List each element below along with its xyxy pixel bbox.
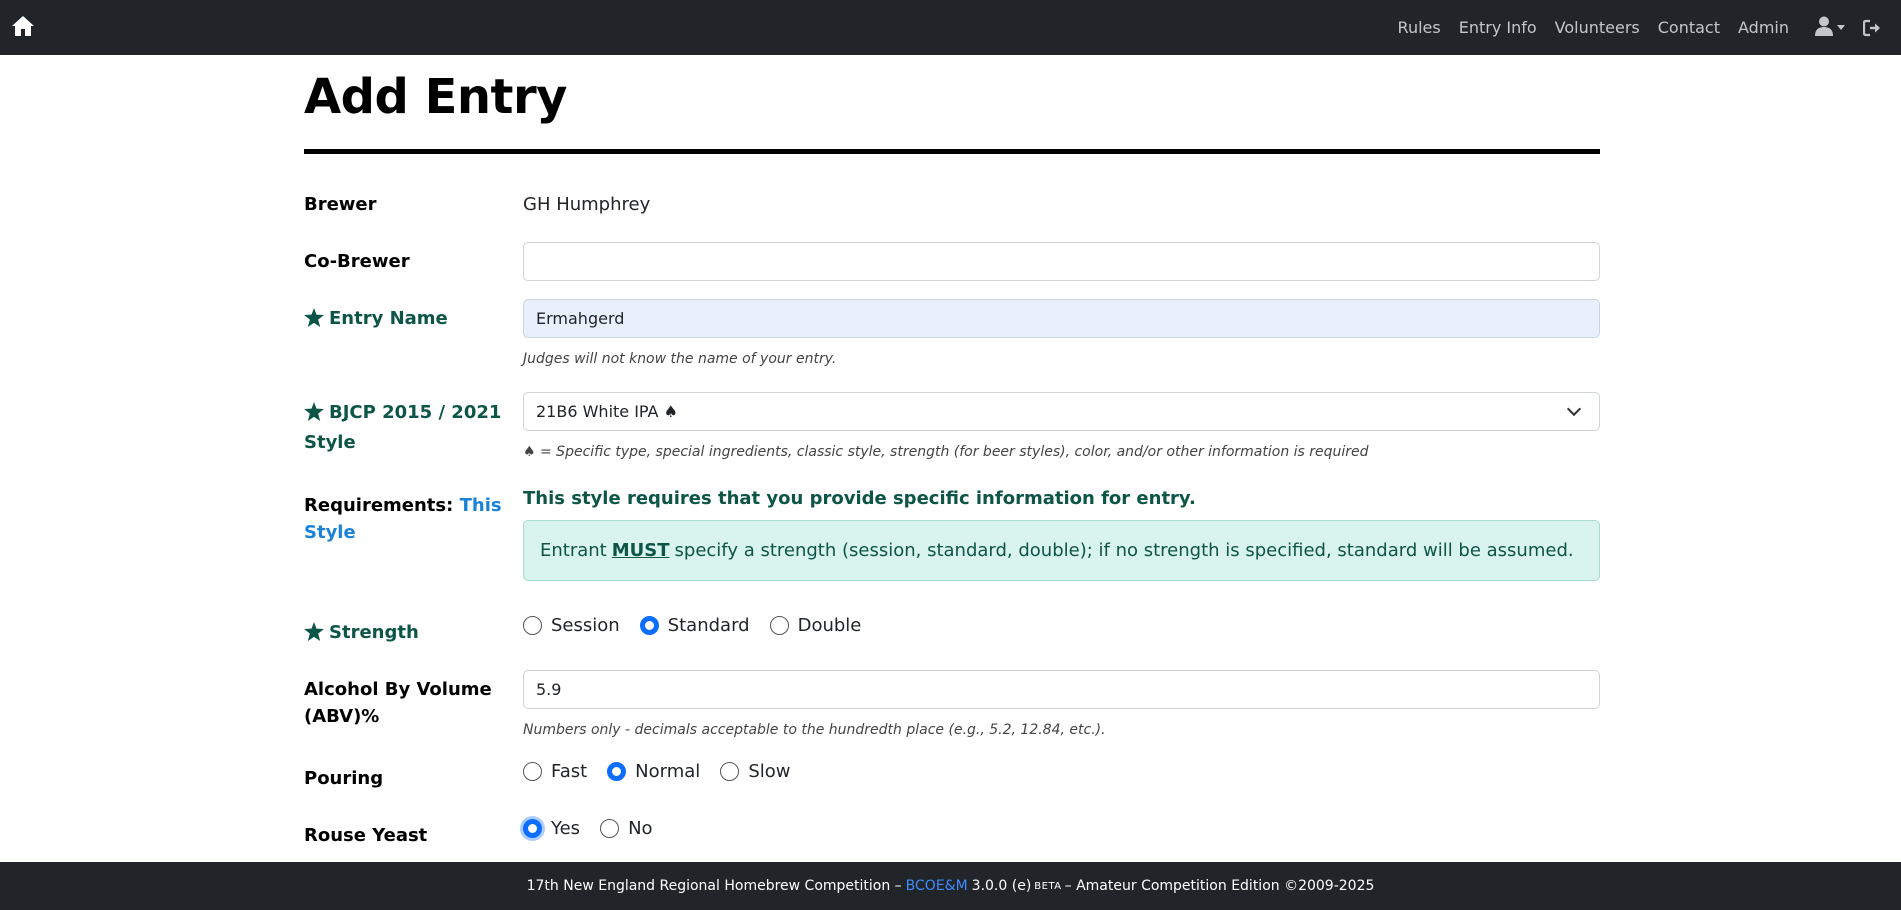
radio-button[interactable] xyxy=(523,762,542,781)
footer-prefix: 17th New England Regional Homebrew Compe… xyxy=(526,878,902,894)
style-label-text: BJCP 2015 / 2021 Style xyxy=(304,402,502,453)
requirements-heading: This style requires that you provide spe… xyxy=(523,488,1196,509)
user-menu[interactable] xyxy=(1815,16,1845,40)
radio-button[interactable] xyxy=(523,819,542,838)
abv-input[interactable]: 5.9 xyxy=(523,670,1600,709)
pouring-option-fast[interactable]: Fast xyxy=(523,761,587,782)
star-icon xyxy=(304,308,324,335)
requirements-alert: Entrant MUST specify a strength (session… xyxy=(523,520,1600,581)
radio-label: Session xyxy=(551,615,620,636)
requirements-label-text: Requirements: xyxy=(304,495,454,516)
footer-version: 3.0.0 (e) xyxy=(971,878,1032,894)
nav-entry-info[interactable]: Entry Info xyxy=(1459,18,1537,37)
nav-rules[interactable]: Rules xyxy=(1398,18,1441,37)
strength-label: Strength xyxy=(304,619,504,649)
title-divider xyxy=(304,149,1600,154)
brewer-value: GH Humphrey xyxy=(523,194,651,215)
strength-radio-group: Session Standard Double xyxy=(523,615,1600,636)
entry-name-label: Entry Name xyxy=(304,305,504,335)
strength-option-session[interactable]: Session xyxy=(523,615,620,636)
style-label: BJCP 2015 / 2021 Style xyxy=(304,399,504,456)
pouring-option-normal[interactable]: Normal xyxy=(607,761,700,782)
star-icon xyxy=(304,622,324,649)
nav-admin[interactable]: Admin xyxy=(1738,18,1789,37)
radio-label: No xyxy=(628,818,653,839)
footer-suffix: – Amateur Competition Edition ©2009-2025 xyxy=(1064,878,1375,894)
radio-button[interactable] xyxy=(523,616,542,635)
pouring-radio-group: Fast Normal Slow xyxy=(523,761,1600,782)
radio-button[interactable] xyxy=(639,616,659,635)
top-navbar: Rules Entry Info Volunteers Contact Admi… xyxy=(0,0,1901,55)
rouse-yeast-radio-group: Yes No xyxy=(523,818,1600,839)
co-brewer-input[interactable] xyxy=(523,242,1600,281)
footer: 17th New England Regional Homebrew Compe… xyxy=(0,862,1901,910)
radio-label: Normal xyxy=(635,761,701,782)
nav-volunteers[interactable]: Volunteers xyxy=(1555,18,1640,37)
entry-name-help: Judges will not know the name of your en… xyxy=(523,351,837,367)
strength-option-double[interactable]: Double xyxy=(769,615,862,636)
radio-button[interactable] xyxy=(600,819,620,838)
abv-help: Numbers only - decimals acceptable to th… xyxy=(523,722,1106,738)
alert-must: MUST xyxy=(611,540,670,561)
star-icon xyxy=(304,402,324,429)
abv-label: Alcohol By Volume (ABV)% xyxy=(304,679,492,727)
nav-links: Rules Entry Info Volunteers Contact Admi… xyxy=(1380,0,1883,55)
radio-label: Slow xyxy=(748,761,791,782)
style-select[interactable]: 21B6 White IPA ♠ xyxy=(523,392,1600,431)
strength-option-standard[interactable]: Standard xyxy=(639,615,750,636)
radio-label: Double xyxy=(797,615,862,636)
requirements-label: Requirements: This Style xyxy=(304,492,504,546)
user-icon xyxy=(1815,16,1833,40)
chevron-down-icon xyxy=(1837,25,1845,30)
brewer-label: Brewer xyxy=(304,194,377,215)
radio-label: Fast xyxy=(551,761,588,782)
radio-label: Yes xyxy=(551,818,581,839)
footer-brand-link[interactable]: BCOE&M xyxy=(906,878,968,894)
home-icon[interactable] xyxy=(11,15,34,37)
style-selected-value: 21B6 White IPA ♠ xyxy=(536,402,678,421)
nav-contact[interactable]: Contact xyxy=(1658,18,1720,37)
rouse-yeast-option-yes[interactable]: Yes xyxy=(523,818,580,839)
rouse-yeast-label: Rouse Yeast xyxy=(304,825,428,846)
page-title: Add Entry xyxy=(304,69,567,125)
style-help: ♠ = Specific type, special ingredients, … xyxy=(523,444,1369,460)
pouring-option-slow[interactable]: Slow xyxy=(720,761,790,782)
pouring-label: Pouring xyxy=(304,768,384,789)
radio-button[interactable] xyxy=(720,762,740,781)
co-brewer-label: Co-Brewer xyxy=(304,251,410,272)
strength-label-text: Strength xyxy=(329,622,419,643)
entry-name-input[interactable]: Ermahgerd xyxy=(523,299,1600,338)
radio-button[interactable] xyxy=(769,616,789,635)
alert-suffix: specify a strength (session, standard, d… xyxy=(674,540,1574,561)
entry-name-label-text: Entry Name xyxy=(329,308,448,329)
footer-beta: BETA xyxy=(1034,880,1062,892)
alert-prefix: Entrant xyxy=(540,540,607,561)
logout-icon[interactable] xyxy=(1863,19,1883,37)
radio-button[interactable] xyxy=(607,762,627,781)
radio-label: Standard xyxy=(667,615,750,636)
rouse-yeast-option-no[interactable]: No xyxy=(600,818,653,839)
chevron-down-icon xyxy=(1566,401,1582,417)
